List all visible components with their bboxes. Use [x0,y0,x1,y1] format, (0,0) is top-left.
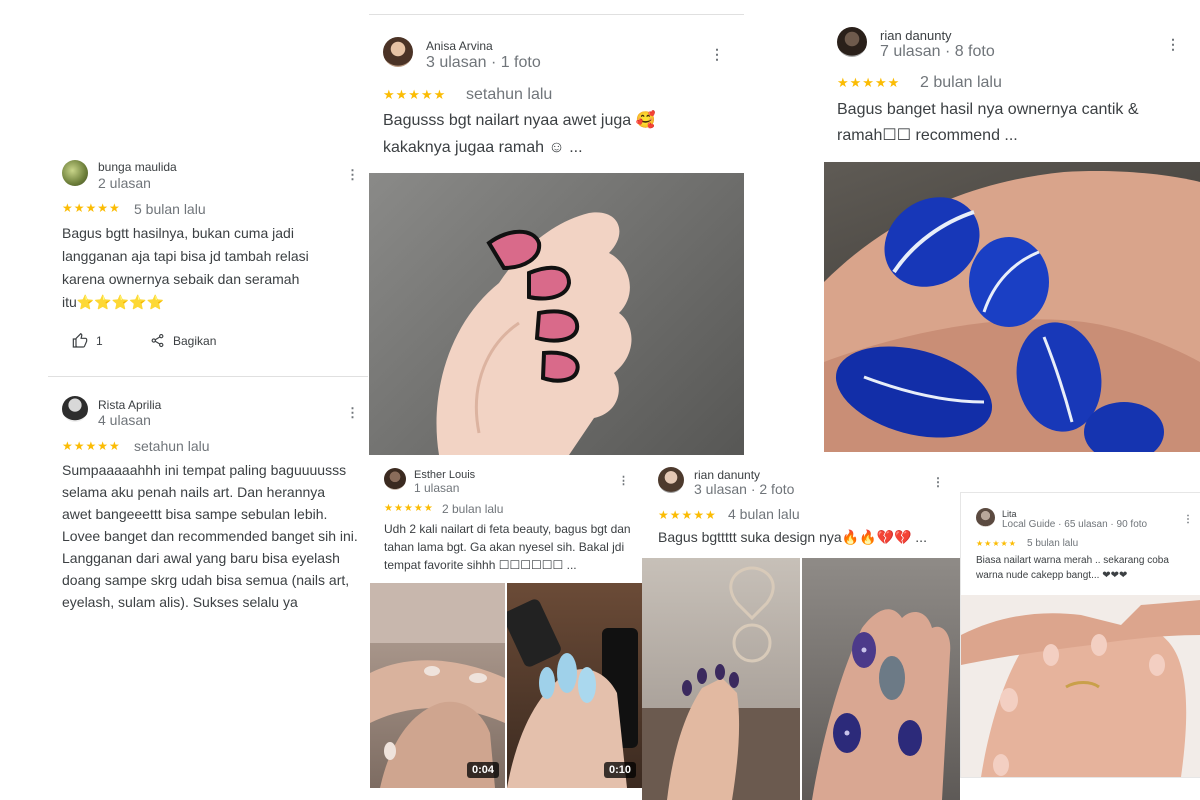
nail-photo-nude [961,600,1200,777]
share-icon [151,333,164,348]
reviewer-name[interactable]: Esther Louis [414,469,475,481]
star-rating: ★★★★★ [976,539,1017,548]
review-video[interactable]: 0:10 [507,583,642,788]
review-date: setahun lalu [466,86,553,103]
share-label: Bagikan [173,333,217,348]
like-count: 1 [96,334,103,348]
review-photo[interactable] [961,595,1200,777]
star-rating: ★★★★★ [62,439,121,453]
star-rating: ★★★★★ [62,201,121,215]
review-card-rian-top: rian danunty 7 ulasan · 8 foto ⋮ ★★★★★ 2… [824,0,1200,452]
star-rating: ★★★★★ [658,508,717,522]
review-date: 5 bulan lalu [134,201,206,217]
nail-photo-hands [370,583,505,788]
nail-photo-pink-black [436,212,632,455]
avatar[interactable] [62,396,88,422]
review-photo[interactable] [369,173,744,455]
star-rating: ★★★★★ [384,503,434,514]
review-date: setahun lalu [134,438,210,454]
nail-photo-phone [507,599,638,788]
more-vert-icon[interactable]: ⋮ [932,476,944,488]
review-text: Udh 2 kali nailart di feta beauty, bagus… [384,522,631,572]
share-button[interactable]: Bagikan [150,333,216,348]
reviewer-name[interactable]: Anisa Arvina [426,39,493,53]
avatar[interactable] [658,467,684,493]
review-card-bunga: bunga maulida 2 ulasan ⋮ ★★★★★ 5 bulan l… [48,150,368,375]
review-card-rista: Rista Aprilia 4 ulasan ⋮ ★★★★★ setahun l… [48,386,368,676]
review-card-lita: Lita Local Guide · 65 ulasan · 90 foto ⋮… [960,492,1200,778]
star-rating: ★★★★★ [383,87,447,102]
reviewer-name[interactable]: Lita [1002,509,1017,519]
divider [48,376,368,377]
review-video[interactable]: 0:04 [370,583,505,788]
avatar[interactable] [837,27,867,57]
review-text: Bagusss bgt nailart nyaa awet juga 🥰 kak… [383,112,656,156]
avatar[interactable] [62,160,88,186]
reviewer-meta: 4 ulasan [98,412,151,428]
nail-photo-dreamcatcher [642,566,800,800]
review-text: Bagus bgtt hasilnya, bukan cuma jadi lan… [62,222,352,314]
review-text: Bagus bgttttt suka design nya🔥🔥💔💔 ... [658,529,927,545]
thumb-up-icon [72,333,88,348]
reviewer-meta: 3 ulasan · 2 foto [694,481,795,497]
review-paragraph: Lovee banget dan recommended banget sih … [62,528,358,610]
review-text: Sumpaaaaahhh ini tempat paling baguuuuss… [62,459,358,613]
review-card-rian-bottom: rian danunty 3 ulasan · 2 foto ⋮ ★★★★★ 4… [642,456,960,800]
more-vert-icon[interactable]: ⋮ [1166,37,1180,51]
reviewer-meta: 7 ulasan · 8 foto [880,43,995,60]
review-date: 4 bulan lalu [728,506,800,522]
review-photo[interactable] [824,162,1200,452]
like-button[interactable]: 1 [72,333,103,349]
more-vert-icon[interactable]: ⋮ [710,47,724,61]
video-duration: 0:04 [466,762,499,778]
reviewer-name[interactable]: bunga maulida [98,160,177,174]
review-date: 2 bulan lalu [920,74,1002,91]
review-card-anisa: Anisa Arvina 3 ulasan · 1 foto ⋮ ★★★★★ s… [369,14,744,455]
avatar[interactable] [976,508,995,527]
reviewer-meta: 3 ulasan · 1 foto [426,54,541,71]
avatar[interactable] [384,468,406,490]
reviewer-meta: Local Guide · 65 ulasan · 90 foto [1002,519,1148,530]
review-text: Biasa nailart warna merah .. sekarang co… [976,555,1169,581]
reviewer-meta: 2 ulasan [98,175,151,191]
nail-photo-blue [824,170,1200,452]
more-vert-icon[interactable]: ⋮ [346,406,359,419]
review-date: 2 bulan lalu [442,502,504,516]
video-duration: 0:10 [603,762,636,778]
review-photo[interactable] [642,558,800,800]
more-vert-icon[interactable]: ⋮ [1183,515,1193,525]
review-paragraph: Sumpaaaaahhh ini tempat paling baguuuuss… [62,462,347,522]
reviewer-name[interactable]: rian danunty [694,468,760,482]
reviewer-meta: 1 ulasan [414,481,460,495]
review-text: Bagus banget hasil nya ownernya cantik &… [837,101,1139,144]
review-photo[interactable] [802,558,960,800]
more-vert-icon[interactable]: ⋮ [618,476,629,487]
nail-photo-navy [812,609,951,800]
star-rating: ★★★★★ [837,75,901,90]
review-card-esther: Esther Louis 1 ulasan ⋮ ★★★★★ 2 bulan la… [370,456,642,800]
more-vert-icon[interactable]: ⋮ [346,168,359,181]
review-date: 5 bulan lalu [1027,538,1079,549]
reviewer-name[interactable]: rian danunty [880,28,952,43]
star-emoji-row: ⭐⭐⭐⭐⭐ [76,294,164,310]
avatar[interactable] [383,37,413,67]
reviewer-name[interactable]: Rista Aprilia [98,398,161,412]
